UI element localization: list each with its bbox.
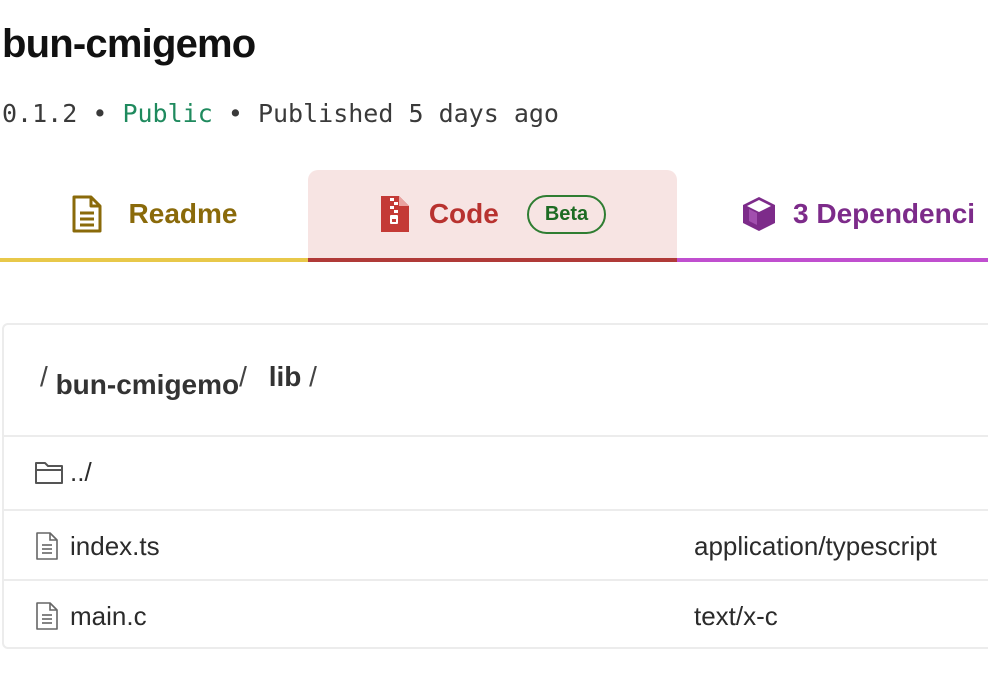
meta-separator: • — [227, 99, 243, 128]
package-page: bun-cmigemo 0.1.2 • Public • Published 5… — [0, 0, 988, 688]
file-row[interactable]: main.c text/x-c — [4, 579, 988, 651]
package-tabs: Readme Code Beta 3 Dependenci — [0, 170, 988, 266]
folder-icon — [34, 459, 64, 485]
breadcrumb-current: lib — [268, 361, 302, 392]
breadcrumb-root-link[interactable]: bun-cmigemo — [56, 369, 240, 400]
package-title: bun-cmigemo — [2, 22, 256, 66]
breadcrumb: / bun-cmigemo/ lib / — [40, 361, 317, 400]
package-version: 0.1.2 — [2, 99, 78, 128]
tab-code[interactable]: Code Beta — [308, 170, 677, 262]
file-row[interactable]: index.ts application/typescript — [4, 509, 988, 581]
tab-readme-label: Readme — [128, 198, 238, 229]
file-name-link[interactable]: index.ts — [70, 531, 160, 562]
breadcrumb-separator: / — [239, 361, 247, 392]
file-type: text/x-c — [694, 600, 778, 631]
parent-directory-row[interactable]: ../ — [4, 435, 988, 507]
tab-dependencies[interactable]: 3 Dependenci — [677, 170, 988, 262]
breadcrumb-separator: / — [309, 361, 317, 392]
beta-badge: Beta — [526, 194, 607, 234]
file-icon — [34, 531, 60, 561]
file-name-link[interactable]: main.c — [70, 601, 147, 632]
tab-code-label: Code — [428, 198, 499, 229]
visibility-label: Public — [122, 99, 213, 128]
cube-icon — [739, 194, 779, 234]
file-type: application/typescript — [694, 530, 937, 561]
file-browser: / bun-cmigemo/ lib / ../ index.ts applic… — [2, 323, 988, 649]
published-label: Published 5 days ago — [257, 99, 559, 128]
tab-readme[interactable]: Readme — [0, 170, 308, 262]
parent-directory-link[interactable]: ../ — [70, 457, 92, 488]
meta-separator: • — [92, 99, 108, 128]
file-zip-icon — [379, 194, 411, 234]
file-icon — [34, 601, 60, 631]
breadcrumb-separator: / — [40, 361, 48, 392]
tab-dependencies-label: 3 Dependenci — [793, 198, 976, 229]
file-text-icon — [71, 195, 103, 233]
package-meta: 0.1.2 • Public • Published 5 days ago — [2, 99, 559, 128]
